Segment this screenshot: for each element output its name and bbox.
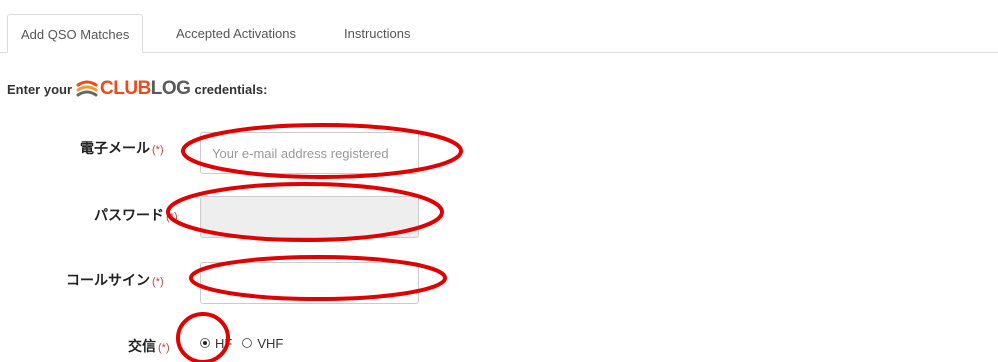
email-field[interactable] xyxy=(200,132,419,174)
password-field[interactable] xyxy=(200,196,419,238)
band-label: 交信 (*) xyxy=(128,336,170,356)
callsign-label-text: コールサイン xyxy=(66,272,150,288)
email-required-marker: (*) xyxy=(152,144,164,156)
callsign-label: コールサイン (*) xyxy=(66,270,164,290)
logo-log-text: LOG xyxy=(150,78,191,99)
annotation-overlay xyxy=(166,123,463,362)
credentials-prefix: Enter your xyxy=(7,81,73,97)
password-label: パスワード (*) xyxy=(94,205,178,225)
credentials-suffix: credentials: xyxy=(194,81,268,97)
tab-instructions[interactable]: Instructions xyxy=(331,14,423,53)
hf-radio[interactable] xyxy=(200,338,210,348)
vhf-radio-label[interactable]: VHF xyxy=(257,336,283,351)
credentials-heading: Enter your CLUBLOG credentials: xyxy=(7,77,267,101)
password-label-text: パスワード xyxy=(94,207,164,223)
password-required-marker: (*) xyxy=(166,211,178,223)
callsign-field[interactable] xyxy=(200,262,419,304)
tab-add-qso-matches[interactable]: Add QSO Matches xyxy=(7,14,144,53)
vhf-radio[interactable] xyxy=(242,338,253,348)
email-label: 電子メール (*) xyxy=(80,138,164,158)
callsign-required-marker: (*) xyxy=(152,276,164,288)
tab-accepted-activations[interactable]: Accepted Activations xyxy=(163,14,309,53)
band-label-text: 交信 xyxy=(128,338,156,354)
clublog-logo: CLUBLOG xyxy=(76,78,191,99)
band-radio-group: HF VHF xyxy=(200,333,283,353)
band-required-marker: (*) xyxy=(158,342,170,354)
clublog-logo-icon xyxy=(76,79,98,99)
tab-bar: Add QSO Matches Accepted Activations Ins… xyxy=(0,0,998,53)
hf-radio-label[interactable]: HF xyxy=(215,336,232,351)
email-label-text: 電子メール xyxy=(80,140,150,156)
logo-club-text: CLUB xyxy=(100,78,151,99)
